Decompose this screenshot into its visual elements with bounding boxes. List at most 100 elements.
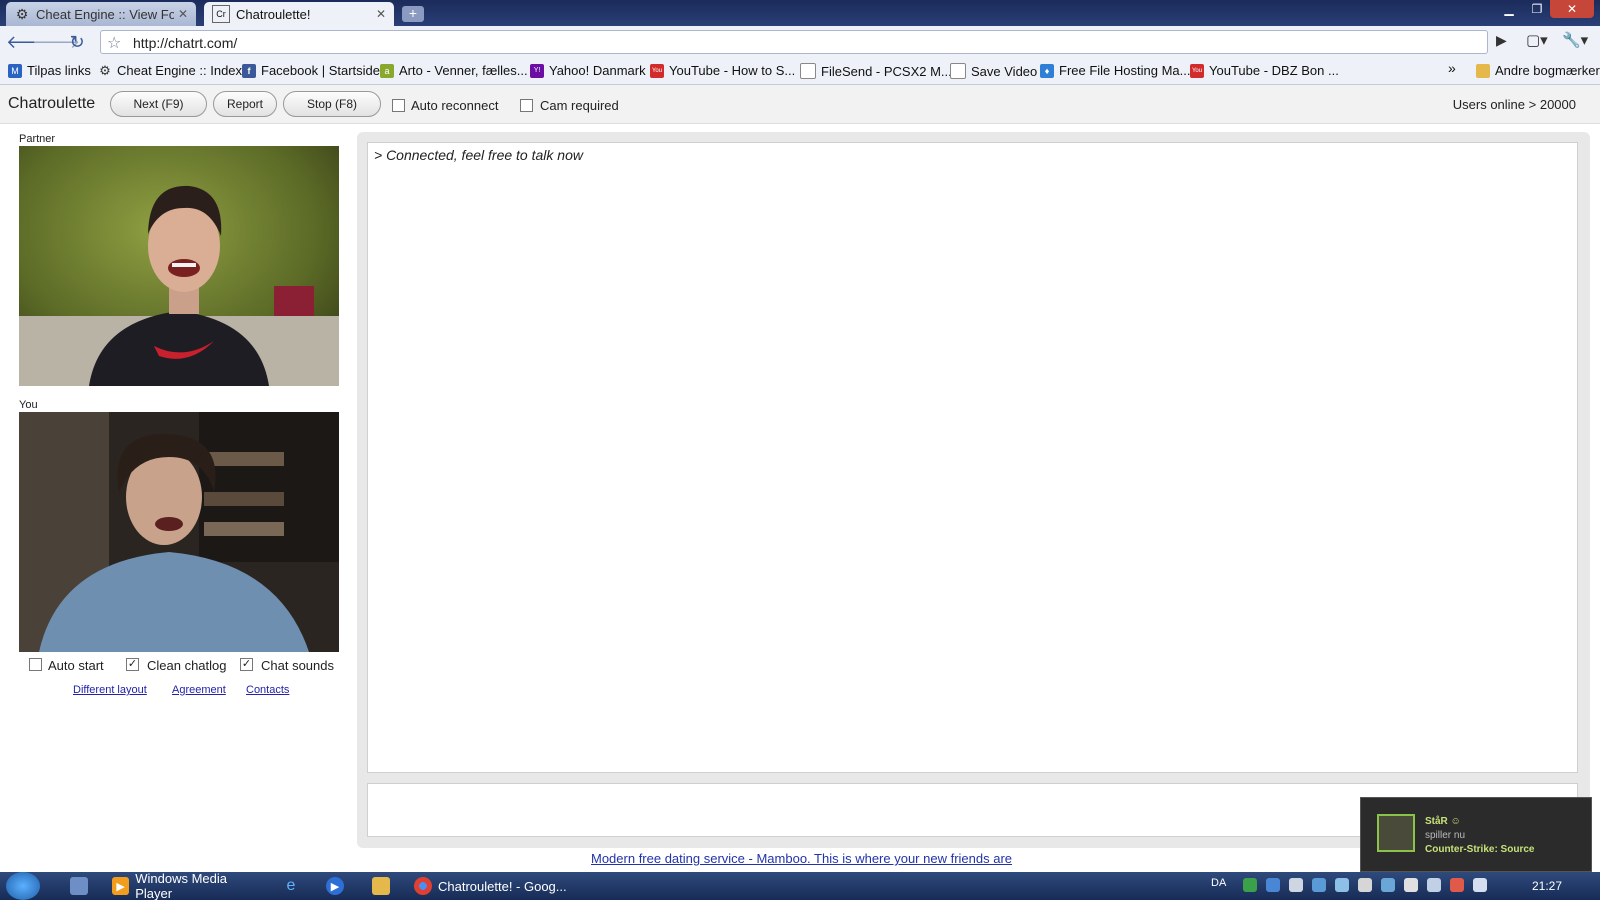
close-window-button[interactable]: ✕ <box>1550 0 1594 18</box>
back-arrow-icon[interactable]: 🡐 <box>6 31 54 53</box>
bookmark-label: Cheat Engine :: Index <box>117 63 243 78</box>
tray-icon[interactable] <box>1243 878 1257 892</box>
bookmark-tilpas-links[interactable]: M Tilpas links <box>8 63 91 78</box>
tray-icon[interactable] <box>1358 878 1372 892</box>
bookmark-youtube-how-to[interactable]: You YouTube - How to S... <box>650 63 795 78</box>
close-tab-icon[interactable]: ✕ <box>178 7 188 21</box>
bookmark-label: Yahoo! Danmark <box>549 63 646 78</box>
m-logo-icon: M <box>8 63 22 78</box>
chat-header: Chatroulette Next (F9) Report Stop (F8) … <box>0 85 1600 124</box>
auto-reconnect-checkbox[interactable] <box>392 99 405 112</box>
auto-start-checkbox[interactable] <box>29 658 42 671</box>
wrench-icon[interactable]: 🔧▾ <box>1562 31 1588 49</box>
bookmark-save-video[interactable]: Save Video <box>950 63 1037 79</box>
bookmark-label: Andre bogmærker <box>1495 63 1600 78</box>
star-icon[interactable]: ☆ <box>107 33 121 53</box>
self-video-frame <box>19 412 339 652</box>
tab-chatroulette[interactable]: Cr Chatroulette! ✕ <box>204 2 394 26</box>
bookmark-facebook[interactable]: f Facebook | Startside <box>242 63 380 78</box>
clean-chatlog-label: Clean chatlog <box>147 658 227 673</box>
taskbar-label: Windows Media Player <box>135 871 228 901</box>
network-icon[interactable] <box>1450 878 1464 892</box>
report-button[interactable]: Report <box>213 91 277 117</box>
play-icon[interactable]: ▶ <box>1496 32 1507 49</box>
steam-notification[interactable]: StåR ☺ spiller nu Counter-Strike: Source <box>1360 797 1592 872</box>
play-circle-icon: ▶ <box>326 877 344 895</box>
tab-title: Cheat Engine :: View Foru... <box>36 6 174 22</box>
url-text[interactable]: http://chatrt.com/ <box>133 35 237 51</box>
auto-reconnect-label: Auto reconnect <box>411 98 499 113</box>
next-button[interactable]: Next (F9) <box>110 91 207 117</box>
avatar <box>1377 814 1415 852</box>
tray-icon[interactable] <box>1381 878 1395 892</box>
bookmark-free-file-hosting[interactable]: ♦ Free File Hosting Ma... <box>1040 63 1191 78</box>
maximize-button[interactable]: ❐ <box>1522 0 1552 18</box>
other-bookmarks[interactable]: Andre bogmærker <box>1476 63 1600 78</box>
new-tab-button[interactable]: + <box>402 6 424 22</box>
flame-icon: ♦ <box>1040 63 1054 78</box>
tray-icon[interactable] <box>1335 878 1349 892</box>
bookmark-cheat-engine[interactable]: ⚙ Cheat Engine :: Index <box>98 62 243 79</box>
tab-cheat-engine[interactable]: ⚙ Cheat Engine :: View Foru... ✕ <box>6 2 196 26</box>
windows-taskbar: ▶ Windows Media Player e ▶ Chatroulette!… <box>0 871 1600 901</box>
close-tab-icon[interactable]: ✕ <box>376 7 386 21</box>
bookmarks-overflow-icon[interactable]: » <box>1448 60 1456 76</box>
yahoo-icon: Y! <box>530 63 544 78</box>
dating-ad-link[interactable]: Modern free dating service - Mamboo. Thi… <box>591 851 1012 866</box>
stop-button[interactable]: Stop (F8) <box>283 91 381 117</box>
taskbar-chrome-window[interactable]: Chatroulette! - Goog... <box>414 874 574 898</box>
tab-title: Chatroulette! <box>236 6 311 22</box>
folder-icon <box>372 877 390 895</box>
taskbar-wmp-icon[interactable]: ▶ <box>326 874 350 898</box>
taskbar-label: Chatroulette! - Goog... <box>438 878 567 894</box>
reload-icon[interactable]: ↻ <box>66 31 88 53</box>
volume-icon[interactable] <box>1473 878 1487 892</box>
folder-icon <box>1476 63 1490 78</box>
taskbar-windows-media-player[interactable]: ▶ Windows Media Player <box>112 871 262 901</box>
forward-arrow-icon[interactable]: 🡒 <box>32 31 80 53</box>
steam-icon[interactable] <box>1289 878 1303 892</box>
tray-icon[interactable] <box>1266 878 1280 892</box>
bookmark-label: YouTube - DBZ Bon ... <box>1209 63 1339 78</box>
language-indicator[interactable]: DA <box>1211 877 1226 889</box>
cam-required-label: Cam required <box>540 98 619 113</box>
contacts-link[interactable]: Contacts <box>246 684 289 696</box>
partner-video-frame <box>19 146 339 386</box>
address-bar[interactable]: ☆ http://chatrt.com/ <box>100 30 1488 54</box>
clean-chatlog-checkbox[interactable]: ✓ <box>126 658 139 671</box>
flag-icon[interactable] <box>1404 878 1418 892</box>
partner-video <box>19 146 339 386</box>
chat-sounds-label: Chat sounds <box>261 658 334 673</box>
gear-icon: ⚙ <box>99 62 111 78</box>
document-icon <box>800 63 816 79</box>
bookmark-label: YouTube - How to S... <box>669 63 796 78</box>
brand-title: Chatroulette <box>8 95 96 112</box>
chrome-icon <box>414 877 432 895</box>
browser-toolbar: 🡐 🡒 ↻ ☆ http://chatrt.com/ ▶ ▢▾ 🔧▾ <box>0 26 1600 58</box>
bookmark-label: Tilpas links <box>27 63 91 78</box>
show-desktop-icon[interactable] <box>70 874 94 898</box>
taskbar-ie-icon[interactable]: e <box>282 874 306 898</box>
bookmark-youtube-dbz[interactable]: You YouTube - DBZ Bon ... <box>1190 63 1339 78</box>
desktop-icon <box>70 877 88 895</box>
friend-game: Counter-Strike: Source <box>1425 844 1535 855</box>
taskbar-explorer-icon[interactable] <box>372 874 396 898</box>
bookmark-arto[interactable]: a Arto - Venner, fælles... <box>380 63 528 78</box>
tray-icon[interactable] <box>1312 878 1326 892</box>
bookmark-yahoo[interactable]: Y! Yahoo! Danmark <box>530 63 646 78</box>
different-layout-link[interactable]: Different layout <box>73 684 147 696</box>
start-button[interactable] <box>6 872 40 900</box>
cam-required-checkbox[interactable] <box>520 99 533 112</box>
chat-log: > Connected, feel free to talk now <box>367 142 1578 773</box>
facebook-icon: f <box>242 63 256 78</box>
browser-titlebar: ⚙ Cheat Engine :: View Foru... ✕ Cr Chat… <box>0 0 1600 26</box>
tray-icon[interactable] <box>1427 878 1441 892</box>
page-menu-icon[interactable]: ▢▾ <box>1526 31 1548 49</box>
bookmark-filesend[interactable]: FileSend - PCSX2 M... <box>800 63 952 79</box>
chat-sounds-checkbox[interactable]: ✓ <box>240 658 253 671</box>
minimize-button[interactable]: ▁ <box>1494 0 1524 18</box>
chat-log-line: > Connected, feel free to talk now <box>374 147 583 163</box>
chatroulette-favicon-icon: Cr <box>212 5 230 23</box>
agreement-link[interactable]: Agreement <box>172 684 226 696</box>
clock[interactable]: 21:27 <box>1532 879 1562 893</box>
